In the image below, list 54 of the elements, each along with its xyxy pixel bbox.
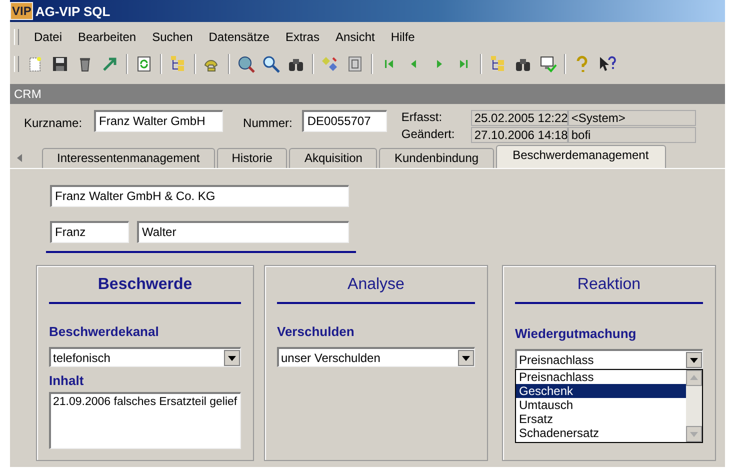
dropdown[interactable]: telefonisch — [49, 347, 241, 367]
search-icon[interactable] — [262, 55, 280, 73]
section-title: CRM — [14, 87, 42, 101]
diamonds-icon[interactable] — [321, 55, 339, 73]
list-option[interactable]: Preisnachlass — [516, 370, 686, 384]
tab[interactable]: Historie — [216, 148, 288, 168]
refresh-icon[interactable] — [135, 55, 153, 73]
list-option[interactable]: Schadenersatz — [516, 426, 686, 440]
field-label: Nummer: — [243, 116, 292, 130]
tab[interactable]: Akquisition — [289, 148, 378, 168]
menu-item[interactable]: Extras — [284, 30, 320, 44]
short-name-field[interactable]: Franz Walter GmbH — [94, 110, 224, 132]
number-field[interactable]: DE0055707 — [302, 110, 388, 132]
field-label: Verschulden — [277, 324, 356, 339]
panel-title: Analyse — [348, 276, 404, 294]
folders-icon[interactable] — [489, 55, 507, 73]
field-label: Inhalt — [49, 373, 85, 388]
list-option[interactable]: Ersatz — [516, 412, 686, 426]
list-option[interactable]: Geschenk — [516, 384, 686, 398]
menu-item[interactable]: Hilfe — [390, 30, 416, 44]
menu-item[interactable]: Bearbeiten — [77, 30, 138, 44]
tab[interactable]: Kundenbindung — [379, 148, 494, 168]
menu-item[interactable]: Datei — [33, 30, 64, 44]
window-title: AG-VIP SQL — [35, 4, 110, 18]
user-cell: bofi — [568, 127, 696, 143]
field-label: Beschwerdekanal — [49, 324, 160, 339]
date-cell: 25.02.2005 12:22 — [471, 110, 568, 126]
save-icon[interactable] — [51, 55, 69, 73]
menu-item[interactable]: Datensätze — [208, 30, 270, 44]
date-cell: 27.10.2006 14:18 — [471, 127, 568, 143]
first-name-field[interactable]: Franz — [50, 221, 129, 243]
panel-title: Beschwerde — [98, 276, 192, 294]
field-label: Geändert: — [401, 127, 456, 143]
field-label: Erfasst: — [401, 110, 444, 126]
last-name-field[interactable]: Walter — [137, 221, 349, 243]
company-field[interactable]: Franz Walter GmbH & Co. KG — [50, 185, 349, 207]
field-label: Kurzname: — [24, 116, 82, 130]
app-logo: VIP — [10, 2, 34, 20]
menu-item[interactable]: Ansicht — [334, 30, 376, 44]
tab[interactable]: Interessentenmanagement — [42, 148, 215, 168]
dropdown[interactable]: Preisnachlass — [515, 349, 703, 369]
dropdown[interactable]: unser Verschulden — [277, 347, 475, 367]
text-area[interactable]: 21.09.2006 falsches Ersatzteil gelief — [49, 392, 241, 449]
scroll-left-icon[interactable] — [16, 153, 24, 163]
user-cell: <System> — [568, 110, 696, 126]
tree-icon[interactable] — [169, 55, 187, 73]
tab[interactable]: Beschwerdemanagement — [496, 145, 666, 168]
arrow-icon[interactable] — [101, 55, 119, 73]
pointer-help-icon[interactable] — [598, 55, 616, 73]
menu-item[interactable]: Suchen — [151, 30, 194, 44]
panel-title: Reaktion — [577, 276, 641, 294]
list-option[interactable]: Umtausch — [516, 398, 686, 412]
field-label: Wiedergutmachung — [515, 326, 638, 341]
monitor-check-icon[interactable] — [539, 55, 557, 73]
